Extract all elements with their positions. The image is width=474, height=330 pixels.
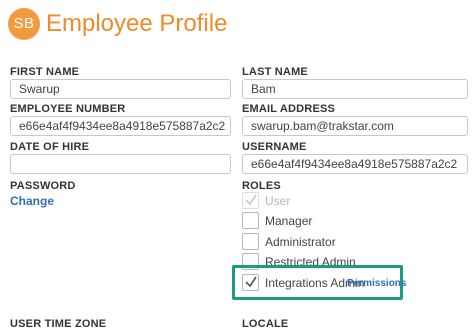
- role-integrations-admin-checkbox[interactable]: [242, 274, 259, 291]
- roles-label: ROLES: [242, 180, 281, 192]
- date-of-hire-label: DATE OF HIRE: [10, 141, 90, 153]
- change-password-link[interactable]: Change: [10, 194, 54, 208]
- last-name-label: LAST NAME: [242, 66, 308, 78]
- role-user-label: User: [265, 194, 291, 208]
- employee-number-label: EMPLOYEE NUMBER: [10, 103, 126, 115]
- last-name-field[interactable]: Bam: [242, 79, 468, 99]
- email-address-label: EMAIL ADDRESS: [242, 103, 336, 115]
- user-time-zone-label: USER TIME ZONE: [10, 318, 107, 330]
- role-manager-label: Manager: [265, 214, 313, 228]
- employee-number-field[interactable]: e66e4af4f9434ee8a4918e575887a2c2: [10, 116, 231, 136]
- check-icon: [245, 276, 257, 288]
- avatar: SB: [8, 8, 40, 40]
- first-name-label: FIRST NAME: [10, 66, 80, 78]
- role-administrator-label: Administrator: [265, 235, 336, 249]
- role-administrator-checkbox[interactable]: [242, 233, 259, 250]
- role-user-checkbox[interactable]: [242, 192, 259, 209]
- page-title: Employee Profile: [46, 10, 228, 37]
- date-of-hire-field[interactable]: [10, 154, 231, 174]
- locale-label: LOCALE: [242, 318, 289, 330]
- password-label: PASSWORD: [10, 180, 76, 192]
- username-field[interactable]: e66e4af4f9434ee8a4918e575887a2c2: [242, 154, 468, 174]
- first-name-field[interactable]: Swarup: [10, 79, 231, 99]
- check-icon: [245, 194, 257, 206]
- username-label: USERNAME: [242, 141, 307, 153]
- permissions-link[interactable]: Permissions: [347, 278, 406, 289]
- email-field[interactable]: swarup.bam@trakstar.com: [242, 116, 468, 136]
- role-manager-checkbox[interactable]: [242, 212, 259, 229]
